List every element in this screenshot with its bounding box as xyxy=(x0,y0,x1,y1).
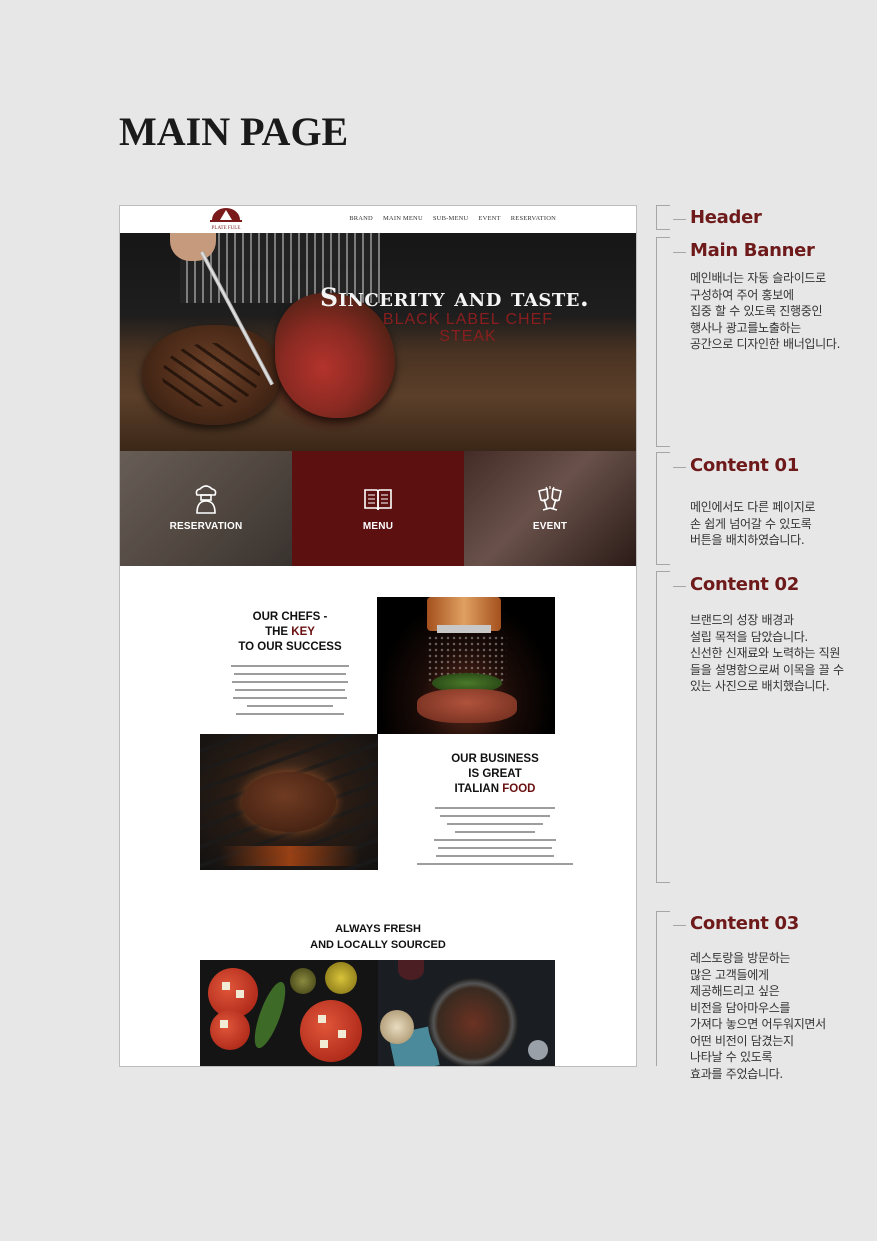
reservation-label: RESERVATION xyxy=(169,521,243,532)
reservation-box[interactable]: RESERVATION xyxy=(120,451,292,566)
business-heading: OUR BUSINESS IS GREAT ITALIAN FOOD xyxy=(405,752,585,797)
wine-glasses-icon xyxy=(538,486,562,511)
annotation-content02-title: Content 02 xyxy=(690,574,799,595)
chefs-heading: OUR CHEFS - THE KEY TO OUR SUCCESS xyxy=(230,610,350,655)
main-nav: BRAND MAIN MENU SUB-MENU EVENT RESERVATI… xyxy=(349,215,556,222)
business-heading-italian: ITALIAN xyxy=(454,783,503,795)
fresh-heading: ALWAYS FRESH AND LOCALLY SOURCED xyxy=(120,921,636,953)
content02-bracket xyxy=(656,571,670,883)
nav-item-brand[interactable]: BRAND xyxy=(349,215,373,222)
header-bracket xyxy=(656,205,670,230)
annotation-main-banner-title: Main Banner xyxy=(690,240,815,261)
page-title: MAIN PAGE xyxy=(119,109,349,154)
menu-box[interactable]: MENU xyxy=(292,451,464,566)
annotation-header-title: Header xyxy=(690,207,762,228)
banner-subtitle-line1: BLACK LABEL CHEF xyxy=(382,311,554,328)
chefs-heading-line1: OUR CHEFS - xyxy=(252,611,328,623)
business-text-block: OUR BUSINESS IS GREAT ITALIAN FOOD xyxy=(405,752,585,871)
chefs-heading-key: KEY xyxy=(291,626,315,638)
business-heading-food: FOOD xyxy=(502,783,536,795)
business-heading-line2: IS GREAT xyxy=(468,768,522,780)
annotation-main-banner-desc: 메인배너는 자동 슬라이드로 구성하여 주어 홍보에 집중 할 수 있도록 진행… xyxy=(690,271,841,351)
banner-subtitle: BLACK LABEL CHEF STEAK xyxy=(368,311,568,345)
site-header: PLATE FULE BRAND MAIN MENU SUB-MENU EVEN… xyxy=(120,206,636,233)
nav-item-event[interactable]: EVENT xyxy=(478,215,500,222)
caprese-salad-image[interactable] xyxy=(200,960,378,1066)
chefs-heading-line2: THE KEY xyxy=(230,625,350,640)
nav-item-sub-menu[interactable]: SUB-MENU xyxy=(433,215,469,222)
pasta-dish-image[interactable] xyxy=(377,960,555,1066)
business-heading-line3: ITALIAN FOOD xyxy=(405,782,585,797)
grilled-steak-image xyxy=(142,325,280,425)
chef-icon xyxy=(195,485,217,514)
business-heading-line1: OUR BUSINESS xyxy=(451,753,539,765)
nav-item-main-menu[interactable]: MAIN MENU xyxy=(383,215,423,222)
fresh-heading-line2: AND LOCALLY SOURCED xyxy=(310,939,446,951)
logo-text: PLATE FULE xyxy=(212,226,241,231)
event-box[interactable]: EVENT xyxy=(464,451,636,566)
book-icon xyxy=(364,489,392,511)
annotation-content01-title: Content 01 xyxy=(690,455,799,476)
header-connector xyxy=(673,219,686,220)
annotation-content03-desc: 레스토랑을 방문하는 많은 고객들에게 제공해드리고 싶은 비전을 담아마우스를… xyxy=(690,951,826,1081)
main-banner-bracket xyxy=(656,237,670,447)
pepper-steak-image xyxy=(377,597,555,734)
banner-title: Sincerity and taste. xyxy=(320,283,590,312)
chefs-text-block: OUR CHEFS - THE KEY TO OUR SUCCESS xyxy=(230,610,350,721)
menu-label: MENU xyxy=(362,521,394,532)
content03-connector xyxy=(673,925,686,926)
annotation-content01-desc: 메인에서도 다른 페이지로 손 쉽게 넘어갈 수 있도록 버튼을 배치하였습니다… xyxy=(690,500,816,547)
main-banner-connector xyxy=(673,252,686,253)
annotation-content03-title: Content 03 xyxy=(690,913,799,934)
content01-bracket xyxy=(656,452,670,565)
content01-connector xyxy=(673,467,686,468)
chefs-heading-line3: TO OUR SUCCESS xyxy=(238,641,342,653)
quick-link-boxes: RESERVATION MENU EVENT xyxy=(120,451,636,566)
fresh-heading-line1: ALWAYS FRESH xyxy=(335,923,421,935)
logo[interactable]: PLATE FULE xyxy=(206,206,246,232)
main-banner[interactable]: Sincerity and taste. BLACK LABEL CHEF ST… xyxy=(120,233,636,451)
fresh-food-images xyxy=(200,960,555,1066)
event-label: EVENT xyxy=(532,521,568,532)
banner-subtitle-line2: STEAK xyxy=(439,328,497,345)
annotation-content02-desc: 브랜드의 성장 배경과 설립 목적을 담았습니다. 신선한 신재료와 노력하는 … xyxy=(690,613,844,693)
nav-item-reservation[interactable]: RESERVATION xyxy=(511,215,556,222)
content03-bracket xyxy=(656,911,670,1066)
business-paragraph xyxy=(405,807,585,865)
chefs-paragraph xyxy=(230,665,350,715)
website-mockup: PLATE FULE BRAND MAIN MENU SUB-MENU EVEN… xyxy=(119,205,637,1067)
content02-connector xyxy=(673,586,686,587)
chefs-heading-the: THE xyxy=(265,626,292,638)
grill-steak-image xyxy=(200,734,378,870)
